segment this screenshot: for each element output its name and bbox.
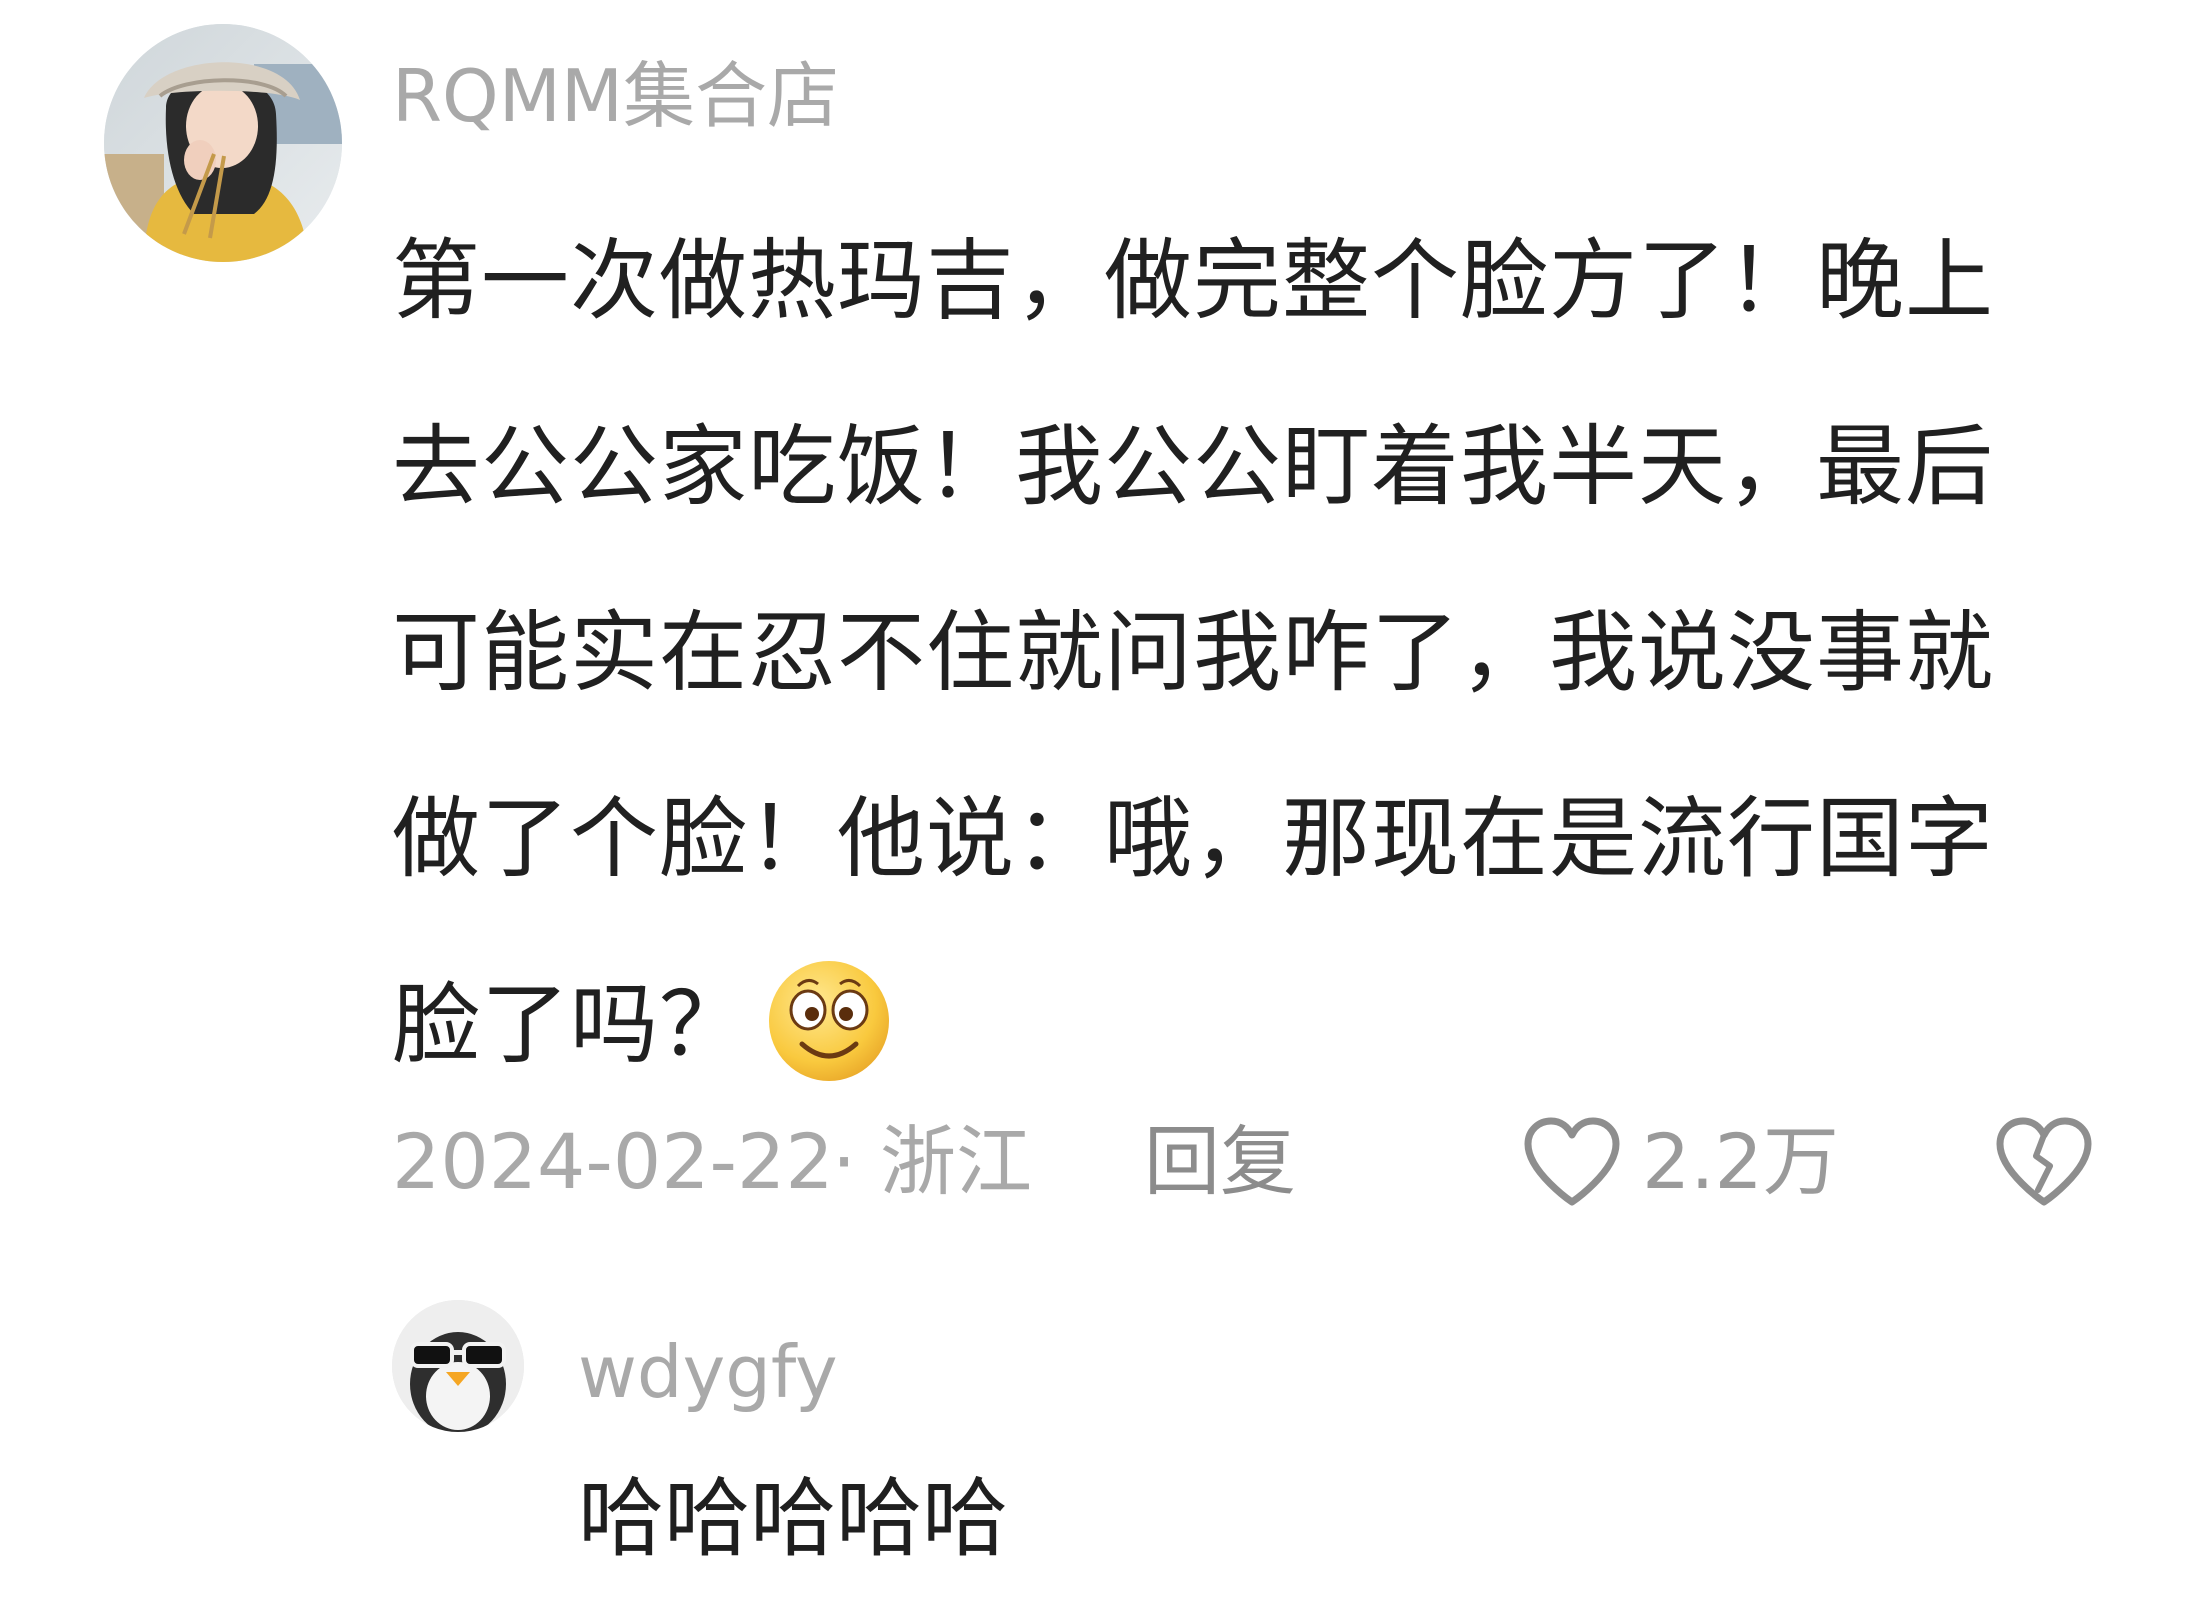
comment-meta: 2024-02-22 · 浙江 回复 2.2万: [392, 1112, 2112, 1212]
comment-text-line: 可能实在忍不住就问我咋了，我说没事就: [392, 601, 1995, 704]
comment-item: RQMM集合店 第一次做热玛吉，做完整个脸方了！晚上 去公公家吃饭！我公公盯着我…: [0, 0, 2206, 1612]
like-button[interactable]: 2.2万: [1520, 1112, 1839, 1212]
avatar-photo: [104, 24, 342, 262]
reply-button[interactable]: 回复: [1144, 1112, 1296, 1212]
reply-avatar[interactable]: [392, 1300, 524, 1432]
comment-username[interactable]: RQMM集合店: [392, 48, 839, 144]
heart-outline-icon: [1524, 1117, 1620, 1206]
comment-text-line: 去公公家吃饭！我公公盯着我半天，最后: [392, 415, 1995, 518]
comment-region: 浙江: [880, 1117, 1032, 1206]
comment-text: 第一次做热玛吉，做完整个脸方了！晚上 去公公家吃饭！我公公盯着我半天，最后 可能…: [392, 188, 2092, 1118]
penguin-sunglasses-avatar: [392, 1300, 524, 1432]
comment-text-last-line: 脸了吗？: [392, 932, 2092, 1118]
smiling-face-emoji-icon: [766, 958, 892, 1084]
dislike-button[interactable]: [1992, 1114, 2096, 1210]
reply-username[interactable]: wdygfy: [578, 1326, 838, 1418]
like-count: 2.2万: [1642, 1117, 1839, 1206]
reply-item: wdygfy 哈哈哈哈哈: [392, 1290, 2092, 1590]
user-avatar[interactable]: [104, 24, 342, 262]
reply-text: 哈哈哈哈哈: [578, 1469, 1008, 1569]
comment-text-line: 做了个脸！他说：哦，那现在是流行国字: [392, 787, 1995, 890]
comment-text-line: 第一次做热玛吉，做完整个脸方了！晚上: [392, 229, 1995, 332]
comment-text-line: 脸了吗？: [392, 973, 749, 1076]
broken-heart-icon: [1996, 1117, 2092, 1206]
comment-date: 2024-02-22: [392, 1117, 834, 1206]
meta-separator: ·: [832, 1117, 857, 1206]
